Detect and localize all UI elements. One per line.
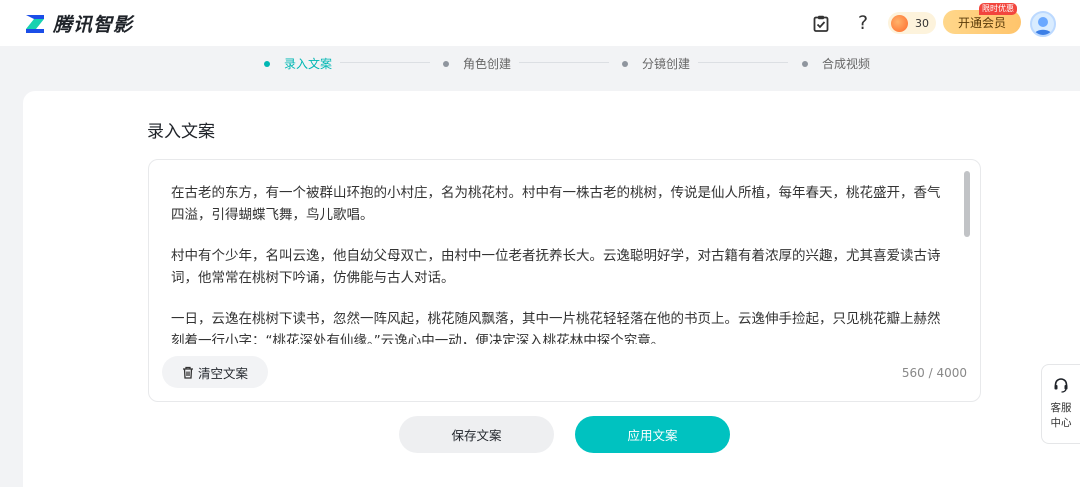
- script-editor[interactable]: 在古老的东方，有一个被群山环抱的小村庄，名为桃花村。村中有一株古老的桃树，传说是…: [148, 159, 981, 402]
- brand-logo[interactable]: 腾讯智影: [24, 10, 133, 37]
- script-paragraph: 村中有个少年，名叫云逸，他自幼父母双亡，由村中一位老者抚养长大。云逸聪明好学，对…: [171, 248, 941, 286]
- section-title: 录入文案: [147, 122, 215, 142]
- customer-service-tab[interactable]: 客服中心: [1041, 364, 1080, 444]
- promo-badge: 限时优惠: [979, 3, 1017, 15]
- step-connector: [519, 62, 609, 63]
- apply-script-button[interactable]: 应用文案: [575, 416, 730, 453]
- coin-icon: [891, 14, 908, 32]
- step-storyboard-create[interactable]: 分镜创建: [622, 55, 690, 72]
- top-header: 腾讯智影 ? 30 开通会员 限时优惠: [0, 0, 1080, 46]
- script-paragraph: 在古老的东方，有一个被群山环抱的小村庄，名为桃花村。村中有一株古老的桃树，传说是…: [171, 185, 941, 223]
- script-paragraph: 一日，云逸在桃树下读书，忽然一阵风起，桃花随风飘落，其中一片桃花轻轻落在他的书页…: [171, 311, 941, 344]
- headset-icon: [1054, 378, 1068, 393]
- step-input-script[interactable]: 录入文案: [264, 55, 332, 72]
- user-avatar[interactable]: [1030, 11, 1056, 37]
- save-script-button[interactable]: 保存文案: [399, 416, 554, 453]
- step-connector: [340, 62, 430, 63]
- trash-icon: [182, 366, 193, 379]
- step-dot: [622, 60, 628, 67]
- coin-balance[interactable]: 30: [888, 12, 936, 34]
- step-dot: [802, 60, 808, 67]
- step-character-create[interactable]: 角色创建: [443, 55, 511, 72]
- step-dot: [443, 60, 449, 67]
- step-dot: [264, 60, 270, 67]
- progress-steps: 录入文案 角色创建 分镜创建 合成视频: [0, 46, 1080, 80]
- script-textarea[interactable]: 在古老的东方，有一个被群山环抱的小村庄，名为桃花村。村中有一株古老的桃树，传说是…: [171, 182, 951, 344]
- logo-icon: [24, 13, 46, 35]
- clipboard-icon[interactable]: [809, 11, 833, 35]
- character-counter: 560 / 4000: [901, 366, 967, 380]
- customer-service-label: 客服中心: [1050, 402, 1072, 429]
- clear-script-label: 清空文案: [197, 365, 248, 381]
- brand-name: 腾讯智影: [53, 14, 134, 36]
- coin-count: 30: [915, 16, 929, 30]
- step-compose-video[interactable]: 合成视频: [802, 55, 870, 72]
- help-icon[interactable]: ?: [851, 11, 875, 35]
- clear-script-button[interactable]: 清空文案: [162, 356, 268, 388]
- editor-scrollbar[interactable]: [964, 171, 970, 237]
- step-connector: [698, 62, 788, 63]
